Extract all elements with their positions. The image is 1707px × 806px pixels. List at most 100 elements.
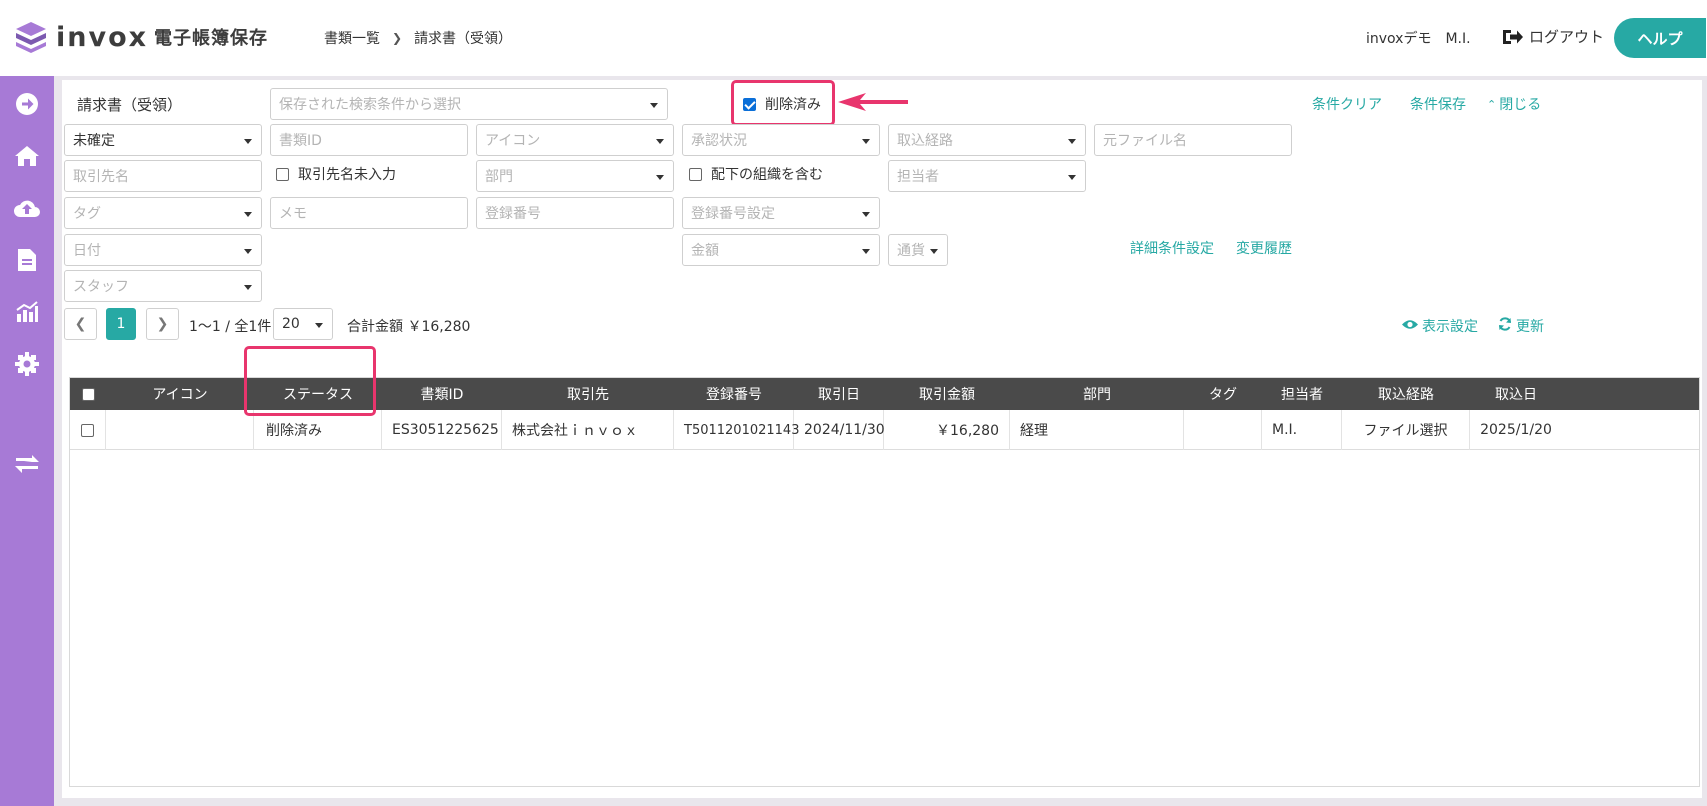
- select-all-checkbox[interactable]: [81, 387, 95, 401]
- cell-icon: [106, 410, 254, 450]
- chart-icon[interactable]: [13, 298, 41, 326]
- chevron-left-icon: ❮: [74, 316, 87, 332]
- prev-page-button[interactable]: ❮: [64, 308, 97, 340]
- caret-down-icon: [244, 212, 252, 217]
- save-conditions-link[interactable]: 条件保存: [1410, 94, 1466, 114]
- owner-placeholder: 担当者: [897, 169, 939, 185]
- col-route[interactable]: 取込経路: [1342, 378, 1470, 410]
- cell-status: 削除済み: [254, 410, 382, 450]
- caret-down-icon: [656, 175, 664, 180]
- saved-search-placeholder: 保存された検索条件から選択: [279, 97, 461, 113]
- display-settings-link[interactable]: 表示設定: [1402, 316, 1478, 336]
- doc-id-input[interactable]: 書類ID: [270, 124, 468, 156]
- per-page-select[interactable]: 20: [273, 308, 333, 340]
- close-label: 閉じる: [1499, 97, 1542, 113]
- cell-owner: M.I.: [1262, 410, 1342, 450]
- staff-placeholder: スタッフ: [73, 279, 129, 295]
- dept-select[interactable]: 部門: [476, 160, 674, 192]
- row-checkbox[interactable]: [81, 423, 94, 437]
- refresh-link[interactable]: 更新: [1498, 316, 1544, 336]
- staff-select[interactable]: スタッフ: [64, 270, 262, 302]
- date-select[interactable]: 日付: [64, 234, 262, 266]
- change-history-link[interactable]: 変更履歴: [1236, 238, 1292, 258]
- display-settings-label: 表示設定: [1422, 319, 1478, 335]
- cloud-upload-icon[interactable]: [13, 194, 41, 222]
- deleted-checkbox[interactable]: 削除済み: [743, 94, 821, 114]
- next-page-button[interactable]: ❯: [146, 308, 179, 340]
- col-doc-id[interactable]: 書類ID: [382, 378, 502, 410]
- currency-select[interactable]: 通貨: [888, 234, 948, 266]
- caret-down-icon: [862, 139, 870, 144]
- tag-placeholder: タグ: [73, 206, 101, 222]
- cell-amount: ￥16,280: [884, 410, 1010, 450]
- home-icon[interactable]: [13, 142, 41, 170]
- caret-down-icon: [656, 139, 664, 144]
- regno-input[interactable]: 登録番号: [476, 197, 674, 229]
- tag-select[interactable]: タグ: [64, 197, 262, 229]
- cell-import-date: 2025/1/20: [1480, 422, 1552, 438]
- arrow-right-circle-icon[interactable]: [13, 90, 41, 118]
- caret-down-icon: [862, 249, 870, 254]
- breadcrumb-root[interactable]: 書類一覧: [324, 28, 380, 48]
- caret-down-icon: [315, 323, 323, 328]
- checkbox-icon[interactable]: [276, 167, 289, 181]
- gear-icon[interactable]: [13, 350, 41, 378]
- amount-select[interactable]: 金額: [682, 234, 880, 266]
- approval-placeholder: 承認状況: [691, 133, 747, 149]
- col-tag[interactable]: タグ: [1184, 378, 1262, 410]
- caret-down-icon: [1068, 139, 1076, 144]
- partner-input[interactable]: 取引先名: [64, 160, 262, 192]
- logout-icon: [1502, 28, 1524, 46]
- date-placeholder: 日付: [73, 243, 101, 259]
- cell-tag: [1184, 410, 1262, 450]
- col-trade-date[interactable]: 取引日: [794, 378, 884, 410]
- logout-button[interactable]: ログアウト: [1502, 26, 1604, 47]
- saved-search-select[interactable]: 保存された検索条件から選択: [270, 88, 668, 120]
- checkbox-checked-icon[interactable]: [743, 97, 756, 111]
- help-button[interactable]: ヘルプ: [1614, 18, 1706, 58]
- regno-setting-select[interactable]: 登録番号設定: [682, 197, 880, 229]
- deleted-label: 削除済み: [765, 97, 821, 113]
- header-checkbox-cell: [70, 378, 106, 410]
- cell-route: ファイル選択: [1342, 410, 1470, 450]
- col-owner[interactable]: 担当者: [1262, 378, 1342, 410]
- cell-dept: 経理: [1010, 410, 1184, 450]
- logo[interactable]: invox 電子帳簿保存: [14, 20, 268, 54]
- status-select[interactable]: 未確定: [64, 124, 262, 156]
- route-select[interactable]: 取込経路: [888, 124, 1086, 156]
- icon-select[interactable]: アイコン: [476, 124, 674, 156]
- col-icon[interactable]: アイコン: [106, 378, 254, 410]
- highlight-box-status: [244, 346, 376, 416]
- user-name: invoxデモ M.I.: [1366, 31, 1471, 47]
- per-page-value: 20: [282, 316, 300, 332]
- col-partner[interactable]: 取引先: [502, 378, 674, 410]
- table-row[interactable]: 削除済み ES3051225625 株式会社ｉｎｖｏｘ T50112010211…: [70, 410, 1699, 450]
- brand-subtitle: 電子帳簿保存: [154, 28, 269, 49]
- dept-placeholder: 部門: [485, 169, 513, 185]
- col-import-date[interactable]: 取込日: [1470, 378, 1562, 410]
- partner-empty-checkbox[interactable]: 取引先名未入力: [276, 164, 396, 184]
- clear-conditions-link[interactable]: 条件クリア: [1312, 94, 1382, 114]
- close-filters-link[interactable]: ⌃ 閉じる: [1487, 94, 1541, 114]
- cell-doc-id[interactable]: ES3051225625: [382, 410, 502, 450]
- doc-type-title: 請求書（受領）: [77, 96, 183, 114]
- col-reg-no[interactable]: 登録番号: [674, 378, 794, 410]
- include-sub-label: 配下の組織を含む: [711, 167, 823, 183]
- col-dept[interactable]: 部門: [1010, 378, 1184, 410]
- page-1-button[interactable]: 1: [106, 308, 136, 340]
- document-icon[interactable]: [13, 246, 41, 274]
- checkbox-icon[interactable]: [689, 167, 702, 181]
- include-sub-checkbox[interactable]: 配下の組織を含む: [689, 164, 823, 184]
- route-placeholder: 取込経路: [897, 133, 953, 149]
- detail-settings-link[interactable]: 詳細条件設定: [1130, 238, 1214, 258]
- memo-input[interactable]: メモ: [270, 197, 468, 229]
- arrow-annotation-icon: [838, 93, 908, 111]
- logo-icon: [14, 20, 48, 54]
- filename-input[interactable]: 元ファイル名: [1094, 124, 1292, 156]
- approval-select[interactable]: 承認状況: [682, 124, 880, 156]
- cell-reg-no: T5011201021143: [674, 410, 799, 450]
- col-amount[interactable]: 取引金額: [884, 378, 1010, 410]
- transfer-icon[interactable]: [13, 450, 41, 478]
- owner-select[interactable]: 担当者: [888, 160, 1086, 192]
- caret-down-icon: [244, 249, 252, 254]
